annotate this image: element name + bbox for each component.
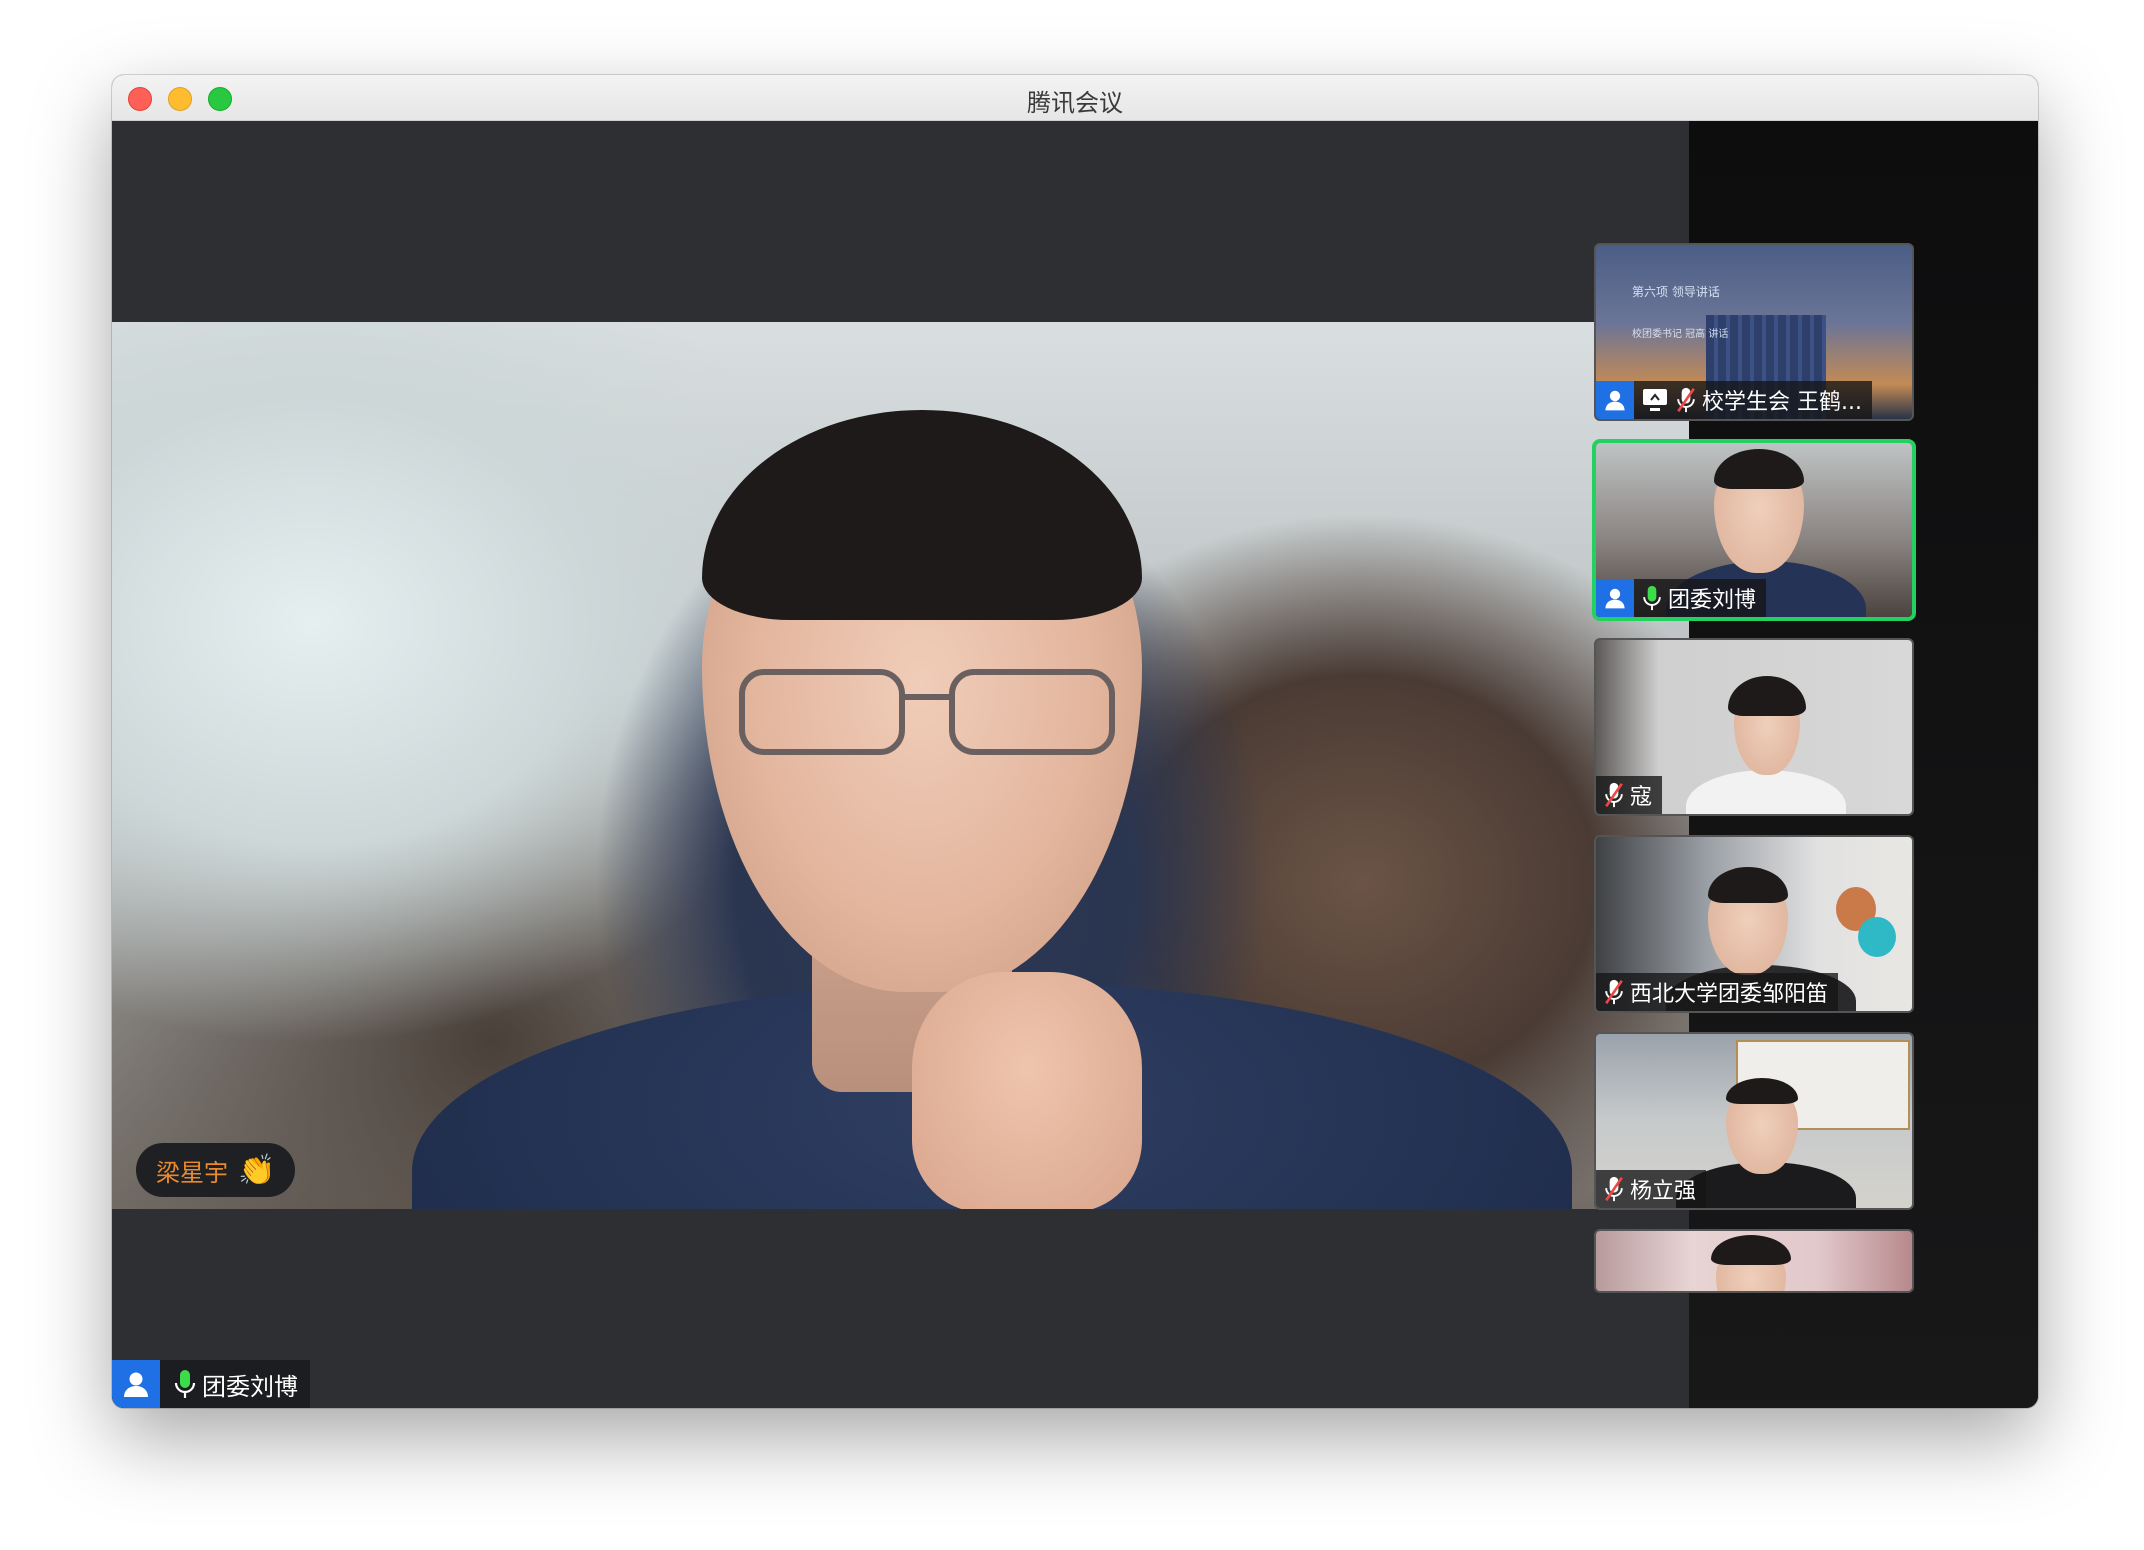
- user-avatar-icon: [1596, 381, 1634, 419]
- mic-muted-icon: [1604, 782, 1624, 808]
- reaction-badge: 梁星宇 👏: [136, 1143, 296, 1197]
- participant-tile-1[interactable]: 第六项 领导讲话 校团委书记 冠高 讲话 校学生会 王鹤...: [1596, 245, 1912, 419]
- mic-on-icon: [160, 1369, 196, 1399]
- tile-label: 寇: [1596, 776, 1663, 814]
- participant-name: 杨立强: [1630, 1179, 1697, 1204]
- participant-name: 西北大学团委邹阳笛: [1630, 982, 1829, 1007]
- title-bar: 腾讯会议: [112, 75, 2038, 121]
- mic-muted-icon: [1604, 979, 1624, 1005]
- user-avatar-icon: [1596, 579, 1634, 617]
- participant-name: 寇: [1630, 785, 1653, 810]
- screen-share-icon: [1642, 388, 1668, 412]
- participant-tile-2[interactable]: 团委刘博: [1596, 443, 1912, 617]
- speaker-hair: [702, 410, 1142, 620]
- mic-muted-icon: [1676, 387, 1696, 413]
- participant-tile-5[interactable]: 杨立强: [1596, 1034, 1912, 1208]
- main-video-area[interactable]: 梁星宇 👏 团委刘博: [112, 121, 1689, 1408]
- speaker-hand: [912, 972, 1142, 1209]
- mic-muted-icon: [1604, 1176, 1624, 1202]
- tile-label: 西北大学团委邹阳笛: [1596, 973, 1839, 1011]
- participant-tile-3[interactable]: 寇: [1596, 640, 1912, 814]
- clap-emoji-icon: 👏: [238, 1152, 276, 1188]
- participant-name: 校学生会 王鹤...: [1702, 390, 1862, 415]
- main-speaker-label: 团委刘博: [112, 1360, 310, 1408]
- tile-label: 校学生会 王鹤...: [1596, 381, 1872, 419]
- participant-name: 团委刘博: [1668, 588, 1757, 613]
- slide-subtitle: 校团委书记 冠高 讲话: [1632, 329, 1729, 340]
- tile-label: 团委刘博: [1596, 579, 1767, 617]
- window-title: 腾讯会议: [1027, 89, 1123, 117]
- slide-heading: 第六项 领导讲话: [1632, 285, 1720, 299]
- participant-tile-4[interactable]: 西北大学团委邹阳笛: [1596, 837, 1912, 1011]
- background-decoration: [1858, 917, 1896, 957]
- participant-tile-6-partial[interactable]: [1596, 1231, 1912, 1291]
- mic-on-icon: [1642, 585, 1662, 611]
- tile-label: 杨立强: [1596, 1170, 1707, 1208]
- main-speaker-name: 团委刘博: [202, 1372, 298, 1401]
- speaker-glasses: [739, 669, 1115, 755]
- main-speaker-video[interactable]: [112, 322, 1689, 1209]
- reaction-sender-name: 梁星宇: [156, 1158, 228, 1187]
- user-avatar-icon: [112, 1360, 160, 1408]
